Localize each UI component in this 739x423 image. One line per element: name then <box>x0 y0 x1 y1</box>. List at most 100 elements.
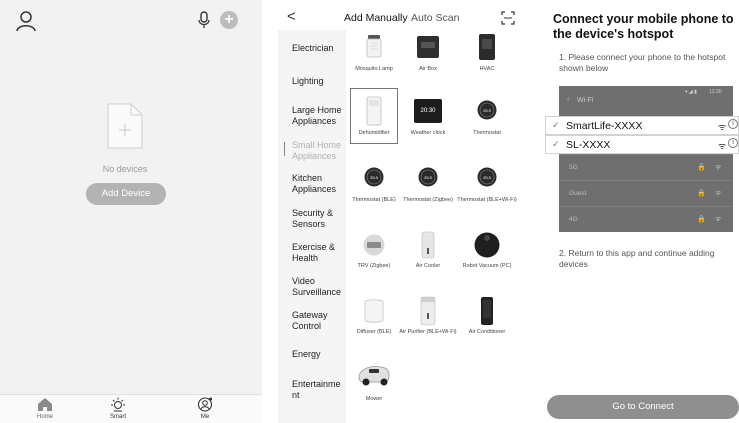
wifi-network-row[interactable]: 5G 🔒 ᯤ <box>559 154 733 180</box>
product-thermostat-zigbee[interactable]: 25.5 Thermostat (Zigbee) <box>397 160 459 216</box>
tab-me-label: Me <box>200 414 210 420</box>
product-air-box[interactable]: Air Box <box>397 32 459 78</box>
tab-smart[interactable]: Smart <box>98 395 138 423</box>
product-thermostat-ble-wifi[interactable]: 25.5 Thermostat (BLE+Wi-Fi) <box>456 160 518 216</box>
product-label: Robot Vacuum (PC) <box>462 263 512 269</box>
scan-icon[interactable] <box>501 11 515 25</box>
thermostat-display: 25.5 <box>483 175 491 180</box>
category-energy[interactable]: Energy <box>292 349 348 360</box>
hvac-icon <box>479 34 495 60</box>
hotspot-row-sl[interactable]: ✓ SL-XXXX ᯤ i <box>545 135 739 154</box>
product-weather-clock[interactable]: 20:30 Weather clock <box>397 92 459 142</box>
add-device-screen: < Add Manually Auto Scan Electrician Lig… <box>278 0 531 423</box>
product-label: Thermostat (BLE) <box>352 197 396 203</box>
thermostat-display: 25.5 <box>424 175 432 180</box>
go-to-connect-button[interactable]: Go to Connect <box>547 395 739 419</box>
checkmark-icon: ✓ <box>552 139 560 149</box>
network-name: Guest <box>569 190 587 197</box>
product-hvac[interactable]: HVAC <box>456 32 518 78</box>
info-icon[interactable]: i <box>728 138 738 148</box>
wifi-signal-icon: ᯤ <box>718 122 727 132</box>
hotspot-name: SL-XXXX <box>566 139 611 151</box>
category-small-home-appliances[interactable]: Small Home Appliances <box>292 140 348 162</box>
product-label: Air Conditioner <box>468 329 506 335</box>
step-1-text: 1. Please connect your phone to the hots… <box>559 52 726 73</box>
product-label: Diffuser (BLE) <box>356 329 392 335</box>
product-trv-zigbee[interactable]: TRV (Zigbee) <box>343 230 405 286</box>
product-label: Mower <box>365 396 383 402</box>
me-icon <box>197 397 213 412</box>
empty-file-icon <box>107 103 143 149</box>
product-label: Thermostat (BLE+Wi-Fi) <box>457 197 517 203</box>
air-cooler-icon <box>421 231 435 259</box>
product-thermostat[interactable]: 25.5 Thermostat <box>456 92 518 142</box>
lock-icon: 🔒 <box>697 164 706 171</box>
product-label: Thermostat (Zigbee) <box>403 197 453 203</box>
home-screen: + No devices Add Device Home Smart Me <box>0 0 262 423</box>
category-entertainment[interactable]: Entertainme nt <box>292 379 348 401</box>
tab-smart-label: Smart <box>109 414 126 420</box>
category-electrician[interactable]: Electrician <box>292 43 348 54</box>
category-security-sensors[interactable]: Security & Sensors <box>292 208 348 230</box>
status-signal-icon: ▾ ◢ ▮ <box>685 89 697 95</box>
category-video-surveillance[interactable]: Video Surveillance <box>292 276 348 298</box>
microphone-icon[interactable] <box>198 11 210 29</box>
wifi-header: Wi-Fi <box>577 97 594 104</box>
wifi-network-row[interactable]: 4G 🔒 ᯤ <box>559 206 733 232</box>
bottom-tab-bar: Home Smart Me <box>0 394 262 423</box>
category-kitchen-appliances[interactable]: Kitchen Appliances <box>292 173 348 195</box>
product-label: Air Cooler <box>415 263 441 269</box>
product-mower[interactable]: Mower <box>343 362 405 406</box>
add-device-button[interactable]: Add Device <box>86 183 166 205</box>
category-large-home-appliances[interactable]: Large Home Appliances <box>292 105 348 127</box>
product-label: Mosquito Lamp <box>355 66 393 72</box>
product-label: Air Box <box>419 66 437 72</box>
network-name: 5G <box>569 164 578 171</box>
wifi-signal-icon: ᯤ <box>718 141 727 151</box>
info-icon[interactable]: i <box>728 119 738 129</box>
screenshot-root: + No devices Add Device Home Smart Me < … <box>0 0 739 423</box>
category-gateway-control[interactable]: Gateway Control <box>292 310 348 332</box>
category-lighting[interactable]: Lighting <box>292 76 348 87</box>
product-air-purifier[interactable]: Air Purifier (BLE+Wi-Fi) <box>397 296 459 352</box>
lock-icon: 🔒 <box>697 190 706 197</box>
product-dehumidifier[interactable]: Dehumidifier <box>343 92 405 142</box>
product-label: Thermostat <box>473 130 501 136</box>
air-box-icon <box>417 36 439 58</box>
dehumidifier-icon <box>366 96 382 126</box>
product-air-conditioner[interactable]: Air Conditioner <box>456 296 518 352</box>
tab-auto-scan[interactable]: Auto Scan <box>411 12 459 24</box>
product-label: TRV (Zigbee) <box>357 263 391 269</box>
air-purifier-icon <box>420 296 436 326</box>
mosquito-lamp-icon <box>366 35 382 58</box>
product-mosquito-lamp[interactable]: Mosquito Lamp <box>343 32 405 78</box>
product-robot-vacuum[interactable]: Robot Vacuum (PC) <box>456 230 518 286</box>
sun-icon <box>111 397 125 412</box>
wifi-signal-icon: ᯤ <box>715 164 722 171</box>
product-label: HVAC <box>479 66 495 72</box>
wifi-network-row[interactable]: Guest 🔒 ᯤ <box>559 180 733 206</box>
product-diffuser-ble[interactable]: Diffuser (BLE) <box>343 296 405 352</box>
mower-icon <box>358 366 390 386</box>
home-icon <box>38 398 52 411</box>
tab-home[interactable]: Home <box>25 395 65 423</box>
hotspot-row-smartlife[interactable]: ✓ SmartLife-XXXX ᯤ i <box>545 116 739 135</box>
tab-me[interactable]: Me <box>185 395 225 423</box>
checkmark-icon: ✓ <box>552 120 560 130</box>
hotspot-name: SmartLife-XXXX <box>566 120 643 132</box>
diffuser-icon <box>364 299 384 323</box>
product-label: Dehumidifier <box>358 130 390 136</box>
product-air-cooler[interactable]: Air Cooler <box>397 230 459 286</box>
wifi-signal-icon: ᯤ <box>715 190 722 197</box>
no-devices-text: No devices <box>102 164 148 174</box>
category-exercise-health[interactable]: Exercise & Health <box>292 242 348 264</box>
back-chevron-icon[interactable]: < <box>287 9 296 25</box>
air-conditioner-icon <box>481 297 493 325</box>
profile-icon[interactable] <box>16 10 36 32</box>
weather-clock-display: 20:30 <box>420 108 436 114</box>
thermostat-display: 25.5 <box>370 175 378 180</box>
tab-home-label: Home <box>36 414 53 420</box>
tab-add-manually[interactable]: Add Manually <box>344 12 408 24</box>
add-circle-icon[interactable]: + <box>220 11 238 29</box>
product-thermostat-ble[interactable]: 25.5 Thermostat (BLE) <box>343 160 405 216</box>
